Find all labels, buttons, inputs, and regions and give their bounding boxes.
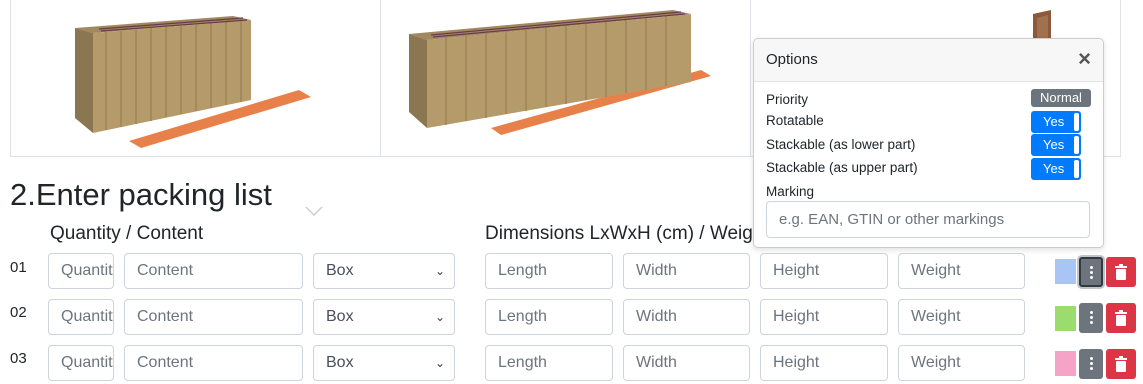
type-select[interactable]: Box ⌄ (313, 345, 455, 381)
row-number: 01 (10, 259, 27, 276)
container-card-40ft[interactable] (380, 0, 751, 157)
options-button[interactable] (1079, 257, 1103, 287)
quantity-input[interactable]: Quantity (48, 345, 114, 381)
width-input[interactable]: Width (623, 345, 750, 381)
length-input[interactable]: Length (485, 253, 613, 289)
content-input[interactable]: Content (124, 253, 303, 289)
width-input[interactable]: Width (623, 253, 750, 289)
type-select-value: Box (326, 354, 354, 371)
marking-label: Marking (766, 184, 815, 199)
delete-button[interactable] (1106, 349, 1136, 379)
weight-input[interactable]: Weight (898, 253, 1025, 289)
priority-badge[interactable]: Normal (1031, 89, 1091, 107)
height-input[interactable]: Height (760, 345, 888, 381)
color-swatch[interactable] (1055, 351, 1076, 376)
chevron-down-icon: ⌄ (434, 356, 445, 370)
color-swatch[interactable] (1055, 259, 1076, 284)
rotatable-toggle-text: Yes (1043, 114, 1065, 129)
weight-input[interactable]: Weight (898, 345, 1025, 381)
type-select[interactable]: Box ⌄ (313, 253, 455, 289)
stackable-lower-toggle[interactable]: Yes (1031, 134, 1081, 156)
width-input[interactable]: Width (623, 299, 750, 335)
delete-button[interactable] (1106, 303, 1136, 333)
color-swatch[interactable] (1055, 306, 1076, 331)
chevron-down-icon: ⌄ (434, 310, 445, 324)
stackable-upper-toggle[interactable]: Yes (1031, 158, 1081, 180)
popover-header: Options × (754, 39, 1103, 82)
content-input[interactable]: Content (124, 345, 303, 381)
quantity-input[interactable]: Quantity (48, 253, 114, 289)
marking-input[interactable]: e.g. EAN, GTIN or other markings (766, 201, 1090, 238)
height-input[interactable]: Height (760, 299, 888, 335)
length-input[interactable]: Length (485, 345, 613, 381)
container-40ft-image (409, 10, 711, 135)
section-title: 2.Enter packing list (10, 177, 272, 212)
type-select-value: Box (326, 262, 354, 279)
trash-icon (1115, 356, 1127, 372)
popover-title: Options (766, 51, 818, 68)
close-icon[interactable]: × (1078, 47, 1091, 71)
stackable-upper-label: Stackable (as upper part) (766, 160, 918, 175)
row-number: 03 (10, 350, 27, 367)
options-popover: Options × Priority Normal Rotatable Yes … (753, 38, 1104, 248)
options-button[interactable] (1079, 349, 1103, 379)
column-header-dimensions: Dimensions LxWxH (cm) / Weight (485, 223, 753, 244)
priority-label: Priority (766, 92, 809, 107)
trash-icon (1115, 264, 1127, 280)
height-input[interactable]: Height (760, 253, 888, 289)
container-20ft-image (75, 16, 311, 148)
quantity-input[interactable]: Quantity (48, 299, 114, 335)
rotatable-toggle[interactable]: Yes (1031, 111, 1081, 133)
delete-button[interactable] (1106, 257, 1136, 287)
stackable-lower-toggle-text: Yes (1043, 137, 1065, 152)
content-input[interactable]: Content (124, 299, 303, 335)
weight-input[interactable]: Weight (898, 299, 1025, 335)
type-select[interactable]: Box ⌄ (313, 299, 455, 335)
trash-icon (1115, 310, 1127, 326)
stackable-upper-toggle-text: Yes (1043, 161, 1065, 176)
column-header-quantity-content: Quantity / Content (50, 223, 204, 244)
length-input[interactable]: Length (485, 299, 613, 335)
container-card-20ft[interactable] (10, 0, 381, 157)
stackable-lower-label: Stackable (as lower part) (766, 137, 916, 152)
options-button[interactable] (1079, 303, 1103, 333)
chevron-down-icon: ⌄ (434, 264, 445, 278)
row-number: 02 (10, 304, 27, 321)
popover-arrow-inner (306, 206, 322, 214)
type-select-value: Box (326, 308, 354, 325)
rotatable-label: Rotatable (766, 113, 824, 128)
